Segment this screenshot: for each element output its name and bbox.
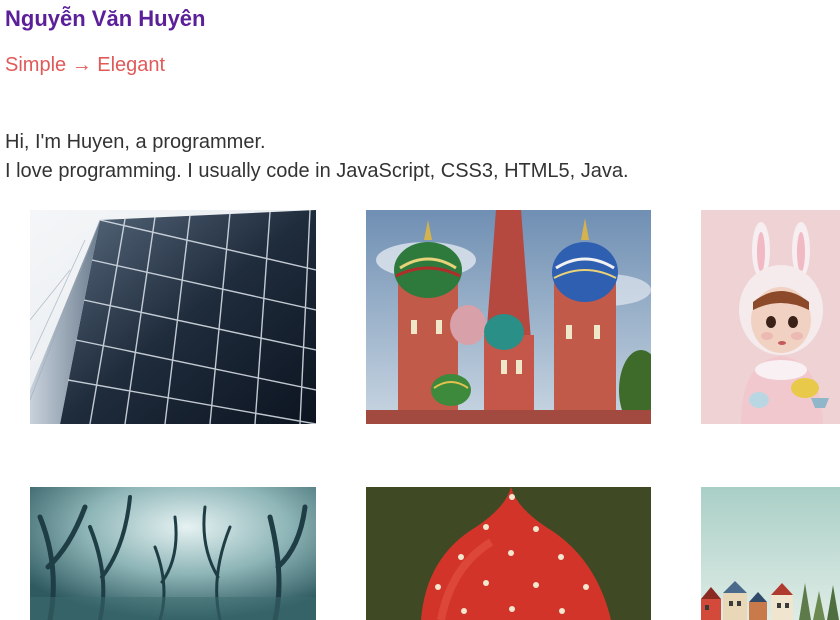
gallery-thumb-cathedral[interactable] [366, 210, 651, 424]
bunny-girl-image [701, 210, 840, 424]
red-dome-image [366, 487, 651, 620]
gallery-thumb-forest[interactable] [30, 487, 316, 620]
village-image [701, 487, 840, 620]
forest-image [30, 487, 316, 620]
page: Nguyễn Văn Huyên Simple → Elegant Hi, I'… [0, 0, 840, 620]
gallery-thumb-village[interactable] [701, 487, 840, 620]
photo-gallery [0, 0, 840, 620]
gallery-thumb-red-dome[interactable] [366, 487, 651, 620]
gallery-thumb-skyscraper[interactable] [30, 210, 316, 424]
gallery-thumb-bunny-girl[interactable] [701, 210, 840, 424]
cathedral-image [366, 210, 651, 424]
skyscraper-image [30, 210, 316, 424]
